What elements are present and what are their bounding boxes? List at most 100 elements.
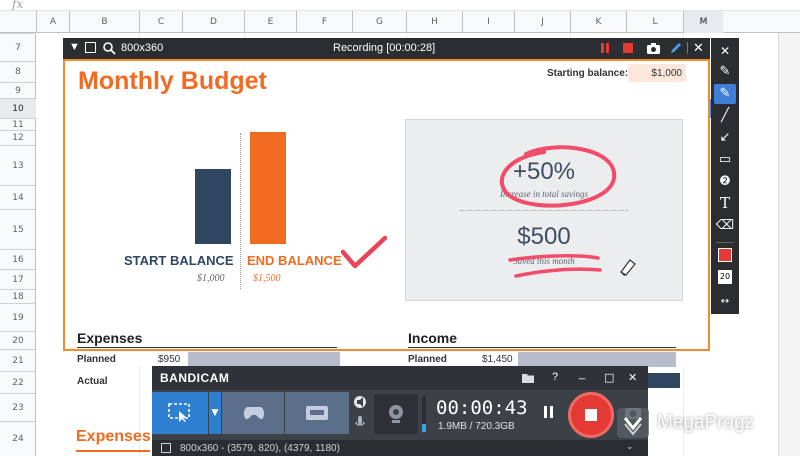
folder-icon[interactable] (522, 372, 534, 383)
income-heading: Income (408, 330, 458, 346)
eraser-tool-icon[interactable]: ⌫ (714, 216, 736, 236)
col-header-a[interactable]: A (36, 11, 69, 33)
row-header-9[interactable]: 9 (0, 82, 36, 98)
device-record-mode-button[interactable] (285, 392, 349, 434)
pen-icon[interactable] (669, 41, 683, 55)
bandicam-logo: BANDICAM (160, 371, 230, 385)
row-header-11[interactable]: 11 (0, 118, 36, 130)
row-header-20[interactable]: 20 (0, 331, 36, 349)
expenses-heading: Expenses (77, 330, 143, 346)
col-header-h[interactable]: H (406, 11, 462, 33)
col-header-f[interactable]: F (296, 11, 352, 33)
help-button[interactable]: ? (552, 371, 558, 383)
speaker-icon[interactable] (352, 394, 372, 412)
expenses-planned-bar (188, 352, 340, 367)
numbering-tool-icon[interactable]: ❷ (714, 172, 736, 192)
row-header-18[interactable]: 18 (0, 289, 36, 303)
row-header-12[interactable]: 12 (0, 130, 36, 145)
close-button[interactable]: ✕ (628, 371, 637, 384)
watermark-text: MegaProgz (657, 412, 755, 433)
expenses-rule (77, 347, 337, 348)
gamepad-icon (244, 407, 264, 420)
rectangle-tool-icon[interactable]: ▭ (714, 150, 736, 170)
col-header-d[interactable]: D (182, 11, 244, 33)
income-planned-label: Planned (408, 354, 447, 365)
game-record-mode-button[interactable] (222, 392, 284, 434)
stop-record-button[interactable] (568, 392, 614, 438)
row-header-7[interactable]: 7 (0, 33, 36, 61)
fullscreen-icon[interactable] (85, 42, 96, 53)
row-header-15[interactable]: 15 (0, 209, 36, 249)
region-checkbox[interactable] (161, 443, 171, 453)
screen-record-mode-button[interactable] (152, 392, 208, 434)
stop-icon[interactable] (623, 43, 633, 53)
expand-chevron-icon[interactable]: ⌄ (626, 442, 634, 452)
recording-title-bar[interactable]: ▼ 800x360 Recording [00:00:28] ✕ (63, 38, 710, 59)
watermark: MegaProgz (617, 404, 800, 440)
expenses-actual-label: Actual (77, 376, 108, 387)
circle-annotation (499, 145, 617, 208)
row-header-16[interactable]: 16 (0, 249, 36, 269)
webcam-button[interactable] (374, 394, 418, 434)
screen: fx A B C D E F G H I J K L M 7 8 9 10 11… (0, 0, 800, 456)
row-header-23[interactable]: 23 (0, 393, 36, 421)
arrow-tool-icon[interactable]: ↙ (714, 128, 736, 148)
screen-region-icon (168, 403, 190, 422)
stroke-size-selector[interactable]: 20 (718, 270, 732, 284)
color-swatch[interactable] (718, 248, 732, 262)
move-toolbar-icon[interactable]: ↔ (714, 292, 736, 312)
restore-button[interactable]: □ (604, 371, 614, 384)
savings-panel: +50% Increase in total savings $500 Save… (405, 119, 683, 301)
col-header-g[interactable]: G (352, 11, 406, 33)
row-header-14[interactable]: 14 (0, 185, 36, 209)
row-header-17[interactable]: 17 (0, 269, 36, 289)
row-header-22[interactable]: 22 (0, 371, 36, 393)
row-header-8[interactable]: 8 (0, 61, 36, 82)
text-tool-icon[interactable]: T (714, 194, 736, 214)
tools-divider (716, 242, 734, 243)
microphone-icon[interactable] (352, 414, 372, 432)
highlighter-tool-icon[interactable]: ✎ (714, 84, 736, 104)
camera-icon[interactable] (646, 41, 661, 55)
search-icon[interactable] (103, 42, 116, 55)
webcam-icon (389, 405, 403, 423)
row-header-13[interactable]: 13 (0, 145, 36, 185)
col-header-b[interactable]: B (69, 11, 139, 33)
row-header-10[interactable]: 10 (0, 98, 36, 118)
vertical-scrollbar[interactable] (778, 33, 800, 456)
col-header-j[interactable]: J (514, 11, 570, 33)
col-header-m[interactable]: M (683, 11, 723, 33)
audio-level-meter (422, 396, 426, 432)
fx-label: fx (12, 0, 24, 11)
mode-dropdown-icon[interactable]: ▼ (209, 392, 221, 434)
close-recording-icon[interactable]: ✕ (693, 40, 704, 56)
line-tool-icon[interactable]: ╱ (714, 106, 736, 126)
eraser-cursor-icon (620, 259, 636, 276)
col-header-i[interactable]: I (462, 11, 514, 33)
page-title: Monthly Budget (78, 67, 267, 95)
formula-bar[interactable]: fx (0, 0, 800, 11)
end-balance-bar (250, 132, 286, 244)
close-tools-icon[interactable]: ✕ (714, 41, 736, 61)
row-header-19[interactable]: 19 (0, 303, 36, 331)
bandicam-title-bar[interactable]: BANDICAM ? _ □ ✕ (152, 366, 648, 390)
starting-balance-value: $1,000 (651, 68, 682, 79)
toolbar-divider (687, 42, 688, 54)
col-header-k[interactable]: K (570, 11, 626, 33)
file-size-readout: 1.9MB / 720.3GB (438, 421, 515, 432)
menu-dropdown-icon[interactable]: ▼ (69, 41, 80, 53)
pencil-tool-icon[interactable]: ✎ (714, 62, 736, 82)
start-balance-value: $1,000 (197, 273, 225, 284)
lower-expenses-heading: Expenses (76, 428, 151, 445)
stop-icon (585, 409, 597, 421)
minimize-button[interactable]: _ (579, 368, 585, 380)
audio-level-fill (422, 424, 426, 432)
pause-bar-right (606, 43, 609, 53)
row-header-24[interactable]: 24 (0, 421, 36, 456)
region-info: 800x360 - (3579, 820), (4379, 1180) (180, 443, 340, 454)
row-header-21[interactable]: 21 (0, 349, 36, 371)
col-header-c[interactable]: C (139, 11, 182, 33)
pause-button[interactable] (542, 404, 556, 420)
col-header-e[interactable]: E (244, 11, 296, 33)
col-header-l[interactable]: L (626, 11, 683, 33)
